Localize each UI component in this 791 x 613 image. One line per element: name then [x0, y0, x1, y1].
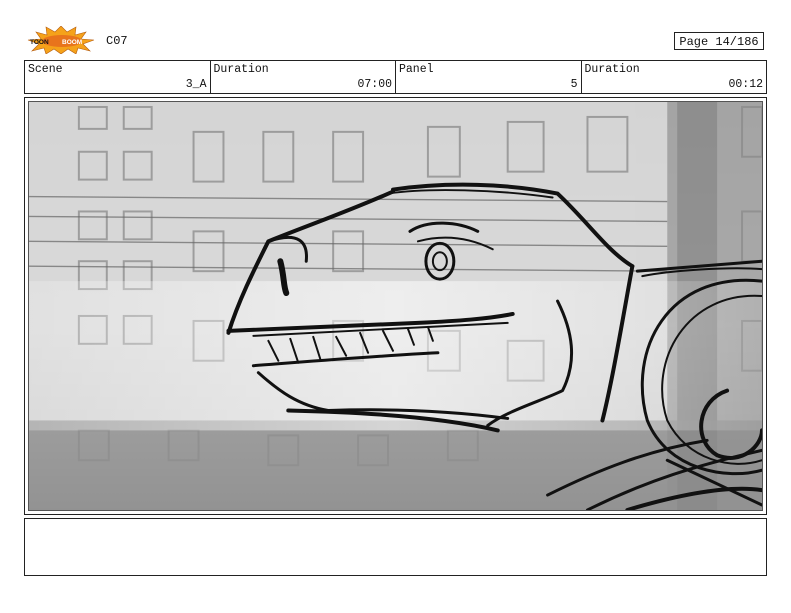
production-code: C07 [106, 34, 128, 48]
toon-boom-logo: TOON BOOM [27, 26, 95, 54]
panel-duration-label: Duration [584, 63, 640, 76]
notes-box [24, 518, 767, 576]
ground [29, 420, 762, 510]
page-indicator: Page 14/186 [674, 32, 764, 50]
scene-duration-cell: Duration 07:00 [211, 61, 396, 93]
panel-duration-cell: Duration 00:12 [582, 61, 767, 93]
panel-cell: Panel 5 [396, 61, 582, 93]
storyboard-panel [24, 97, 767, 515]
panel-image [28, 101, 763, 511]
panel-value: 5 [570, 78, 578, 91]
logo-text-left: TOON [30, 39, 49, 46]
panel-label: Panel [399, 63, 434, 76]
scene-value: 3_A [185, 78, 207, 91]
scene-duration-label: Duration [213, 63, 269, 76]
page-label: Page [679, 35, 709, 49]
page-value: 14/186 [715, 35, 759, 49]
logo-text-right: BOOM [62, 39, 82, 46]
scene-duration-value: 07:00 [357, 78, 392, 91]
scene-cell: Scene 3_A [25, 61, 211, 93]
panel-drawing [29, 102, 762, 510]
scene-label: Scene [28, 63, 63, 76]
info-row: Scene 3_A Duration 07:00 Panel 5 Duratio… [24, 60, 767, 94]
panel-duration-value: 00:12 [728, 78, 763, 91]
